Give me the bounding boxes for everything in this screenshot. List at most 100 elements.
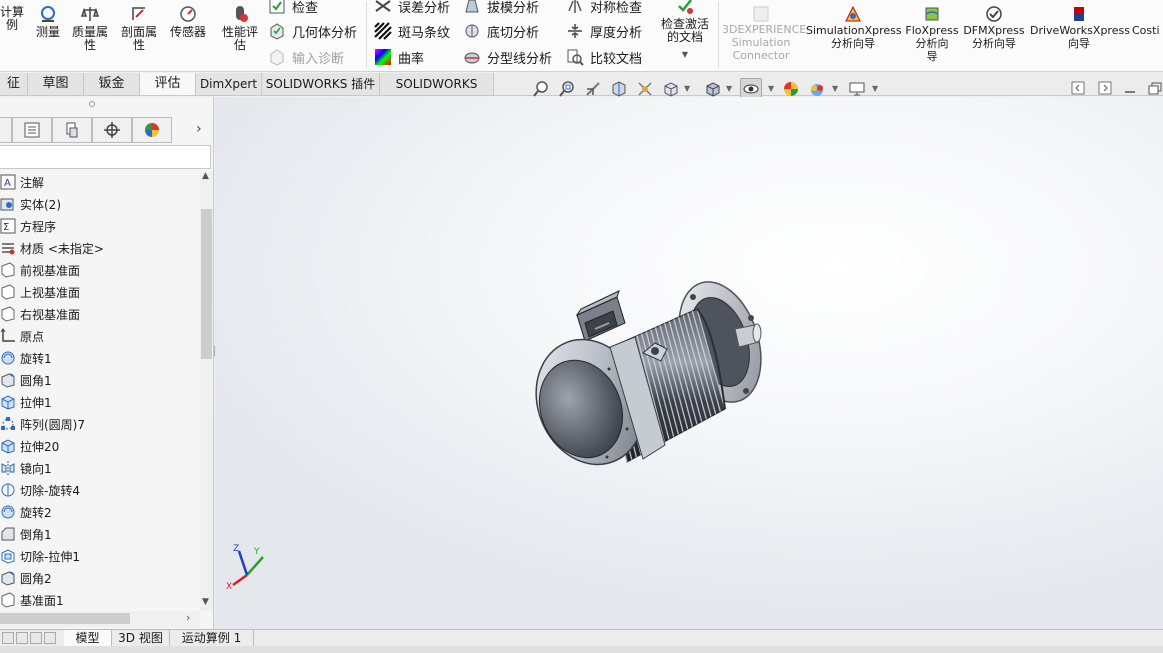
feature-tree-item[interactable]: 旋转2 xyxy=(0,501,52,523)
configuration-manager-icon xyxy=(66,122,78,138)
feature-tree-item[interactable]: 镜向1 xyxy=(0,457,52,479)
tab-solidworks-mbd[interactable]: SOLIDWORKS MBD xyxy=(380,73,494,113)
symmetry-check-button[interactable]: 对称检查 xyxy=(566,0,642,17)
panel-tab-property-manager[interactable] xyxy=(12,117,52,143)
scroll-right-icon[interactable]: › xyxy=(186,611,190,624)
feature-tree-item-label: 材质 <未指定> xyxy=(20,241,104,256)
feature-tree-item[interactable]: 旋转1 xyxy=(0,347,52,369)
tab-motion-study-1[interactable]: 运动算例 1 xyxy=(170,630,254,646)
feature-tree-item[interactable]: 上视基准面 xyxy=(0,281,80,303)
check-active-document-button[interactable]: 检查激活 的文档 ▼ xyxy=(656,0,714,61)
zebra-stripes-button[interactable]: 斑马条纹 xyxy=(374,20,450,42)
hide-show-dropdown-icon[interactable]: ▼ xyxy=(768,84,774,93)
feature-tree-item[interactable]: 前视基准面 xyxy=(0,259,80,281)
sensor-button[interactable]: 传感器 xyxy=(166,4,210,39)
import-diagnostics-button[interactable]: 输入诊断 xyxy=(268,46,344,68)
feature-tree-item-label: 旋转1 xyxy=(20,351,52,366)
deviation-analysis-button[interactable]: 误差分析 xyxy=(374,0,450,17)
draft-analysis-button[interactable]: 拔模分析 xyxy=(463,0,539,17)
feature-tree-item[interactable]: 倒角1 xyxy=(0,523,52,545)
feature-tree-item[interactable]: 拉伸1 xyxy=(0,391,52,413)
costing-button[interactable]: Costi xyxy=(1132,24,1163,37)
tab-scroll-next-icon[interactable] xyxy=(30,632,42,644)
panel-tab-display-manager[interactable] xyxy=(132,117,172,143)
feature-tree-vertical-scrollbar[interactable]: ▲ ▼ xyxy=(200,171,213,611)
view-settings-dropdown-icon[interactable]: ▼ xyxy=(872,84,878,93)
tab-features[interactable]: 征 xyxy=(0,73,28,95)
scroll-up-icon[interactable]: ▲ xyxy=(202,171,209,181)
restore-icon[interactable] xyxy=(1147,80,1163,96)
panel-tab-dimxpert-manager[interactable] xyxy=(92,117,132,143)
curvature-icon xyxy=(375,49,391,65)
feature-tree-item[interactable]: A 注解 xyxy=(0,171,44,193)
feature-tree-item[interactable]: 材质 <未指定> xyxy=(0,237,104,259)
feature-tree-item[interactable]: 实体(2) xyxy=(0,193,61,215)
panel-collapse-handle[interactable] xyxy=(89,101,95,107)
performance-eval-button[interactable]: 性能评 估 xyxy=(218,4,262,52)
tab-sheet-metal[interactable]: 钣金 xyxy=(84,73,140,95)
dfmxpress-button[interactable]: DFMXpress 分析向导 xyxy=(962,5,1026,50)
geometry-analysis-button[interactable]: 几何体分析 xyxy=(268,20,357,42)
feature-tree-item[interactable]: Σ 方程序 xyxy=(0,215,56,237)
tab-sketch[interactable]: 草图 xyxy=(28,73,84,95)
feature-tree-horizontal-scrollbar[interactable]: › xyxy=(0,611,200,627)
tab-model[interactable]: 模型 xyxy=(64,630,112,646)
feature-tree-item[interactable]: 切除-旋转4 xyxy=(0,479,80,501)
tab-scroll-last-icon[interactable] xyxy=(44,632,56,644)
feature-tree-item[interactable]: 阵列(圆周)7 xyxy=(0,413,85,435)
feature-tree-item-label: 拉伸20 xyxy=(20,439,60,454)
3dexperience-simulation-connector-button[interactable]: 3DEXPERIENCE Simulation Connector xyxy=(722,5,806,62)
simulationxpress-button[interactable]: SimulationXpress 分析向导 xyxy=(806,5,902,50)
scrollbar-thumb[interactable] xyxy=(201,209,212,359)
measure-button[interactable]: 测量 xyxy=(32,4,64,39)
feature-tree-item[interactable]: 圆角1 xyxy=(0,369,52,391)
apply-scene-dropdown-icon[interactable]: ▼ xyxy=(832,84,838,93)
scroll-down-icon[interactable]: ▼ xyxy=(202,597,209,607)
annotation-icon: A xyxy=(0,174,16,190)
calc-button[interactable]: 计算 例 xyxy=(0,6,30,32)
compare-documents-button[interactable]: 比较文档 xyxy=(566,46,642,68)
view-orientation-dropdown-icon[interactable]: ▼ xyxy=(684,84,690,93)
thickness-analysis-icon xyxy=(568,24,582,38)
graphics-area[interactable]: X Y Z xyxy=(215,97,1163,629)
feature-tree-item-label: 基准面1 xyxy=(20,593,64,608)
panel-tab-configuration-manager[interactable] xyxy=(52,117,92,143)
motor-model[interactable] xyxy=(215,97,1163,629)
section-properties-button[interactable]: 剖面属 性 xyxy=(116,4,162,52)
tile-right-icon[interactable] xyxy=(1097,80,1113,96)
feature-tree-item-label: 切除-旋转4 xyxy=(20,483,80,498)
curvature-button[interactable]: 曲率 xyxy=(374,46,424,68)
display-style-dropdown-icon[interactable]: ▼ xyxy=(726,84,732,93)
floxpress-button[interactable]: FloXpress 分析向 导 xyxy=(904,5,960,63)
minimize-icon[interactable] xyxy=(1122,80,1138,96)
tab-dimxpert[interactable]: DimXpert xyxy=(196,73,262,95)
draft-analysis-icon xyxy=(465,0,479,13)
undercut-analysis-button[interactable]: 底切分析 xyxy=(463,20,539,42)
driveworksxpress-button[interactable]: DriveWorksXpress 向导 xyxy=(1030,5,1130,50)
thickness-analysis-button[interactable]: 厚度分析 xyxy=(566,20,642,42)
scrollbar-thumb[interactable] xyxy=(0,613,130,624)
feature-tree-item[interactable]: 基准面1 xyxy=(0,589,64,611)
feature-tree-item[interactable]: 右视基准面 xyxy=(0,303,80,325)
check-active-document-label: 检查激活 xyxy=(660,17,709,31)
plane-icon xyxy=(1,592,15,608)
feature-tree-item[interactable]: 原点 xyxy=(0,325,44,347)
tab-scroll-first-icon[interactable] xyxy=(2,632,14,644)
plane-icon xyxy=(1,306,15,322)
tab-scroll-prev-icon[interactable] xyxy=(16,632,28,644)
feature-tree-filter-input[interactable] xyxy=(0,145,211,169)
parting-line-analysis-button[interactable]: 分型线分析 xyxy=(463,46,552,68)
feature-tree-item[interactable]: 拉伸20 xyxy=(0,435,59,457)
tab-3d-view[interactable]: 3D 视图 xyxy=(112,630,170,646)
panel-tabs-more-chevron-icon[interactable]: › xyxy=(196,121,202,137)
feature-tree-item[interactable]: 切除-拉伸1 xyxy=(0,545,80,567)
tab-solidworks-addins[interactable]: SOLIDWORKS 插件 xyxy=(262,73,380,95)
deviation-analysis-icon xyxy=(375,0,391,12)
tile-left-icon[interactable] xyxy=(1070,80,1086,96)
feature-tree-item-label: 镜向1 xyxy=(20,461,52,476)
tab-evaluate[interactable]: 评估 xyxy=(140,73,196,95)
feature-tree-item[interactable]: 圆角2 xyxy=(0,567,52,589)
mass-properties-button[interactable]: 质量属 性 xyxy=(68,4,112,52)
panel-tab-feature-manager[interactable] xyxy=(0,117,12,143)
check-button[interactable]: 检查 xyxy=(268,0,318,17)
